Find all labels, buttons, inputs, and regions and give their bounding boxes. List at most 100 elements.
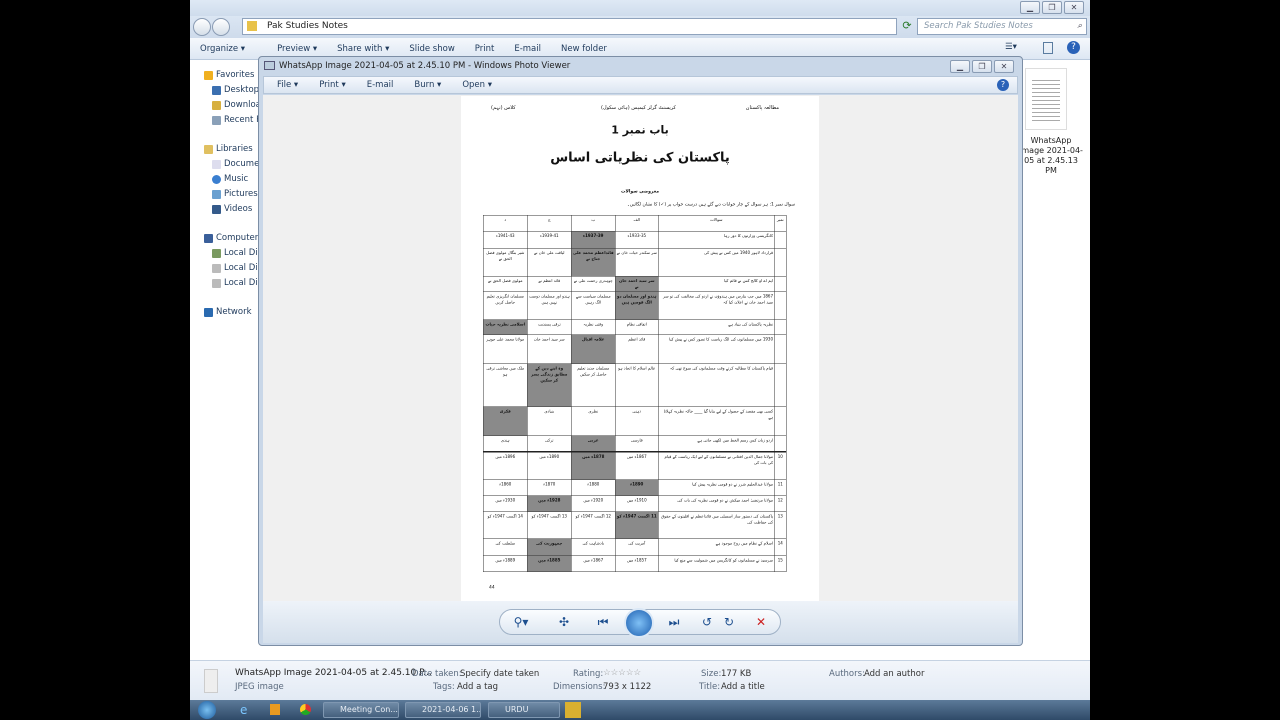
folder-icon[interactable]: [565, 702, 581, 718]
answer-option: قائد اعظم: [615, 334, 659, 364]
folder-icon: [247, 21, 257, 31]
question-number: [774, 276, 787, 292]
maximize-button[interactable]: ❐: [1042, 1, 1062, 14]
answer-option-correct: 11 اگست 1947ء کو: [615, 511, 659, 539]
address-input[interactable]: Pak Studies Notes: [242, 18, 897, 35]
nav-computer[interactable]: Computer: [204, 233, 260, 243]
print-button[interactable]: Print: [465, 44, 505, 54]
nav-network[interactable]: Network: [204, 307, 260, 317]
taskbar-item-folder[interactable]: 2021-04-06 1...: [405, 702, 481, 718]
maximize-button[interactable]: ❐: [972, 60, 992, 73]
pictures-icon: [212, 189, 221, 199]
answer-option: 1920ء میں: [571, 495, 616, 512]
file-thumbnail[interactable]: [1025, 68, 1067, 130]
rotate-ccw-icon[interactable]: ↺: [698, 615, 716, 629]
table-row: 15 سرسید نے مسلمانوں کو کانگریس میں شمولی…: [483, 555, 787, 572]
answer-option: ملک میں معاشی ترقی ہو: [483, 363, 528, 407]
answer-option: فارسی: [615, 435, 659, 452]
help-icon[interactable]: ?: [997, 79, 1009, 91]
table-row: 1930 میں مسلمانوں کی الگ ریاست کا تصور ک…: [483, 334, 787, 364]
header-option-d: د: [483, 215, 528, 232]
tags-label: Tags:: [433, 682, 455, 692]
doc-class: کلاس (نہم): [491, 105, 516, 111]
media-player-icon[interactable]: [270, 704, 280, 715]
table-row: 12 مولانا مرتضیٰ احمد میکش نے دو قومی نظر…: [483, 495, 787, 512]
view-options-icon[interactable]: ☰▾: [1005, 42, 1017, 52]
table-row: نظریہ پاکستان کی بنیاد ہے اتفاقی نظام وقتی…: [483, 319, 787, 335]
title-value[interactable]: Add a title: [721, 682, 765, 692]
videos-icon: [212, 204, 221, 214]
question-number: [774, 363, 787, 407]
internet-explorer-icon[interactable]: e: [240, 703, 247, 717]
answer-option: ذہنی: [615, 406, 659, 436]
help-icon[interactable]: ?: [1067, 41, 1080, 54]
answer-option-correct: فکری: [483, 406, 528, 436]
nav-favorites[interactable]: Favorites: [204, 70, 260, 80]
actual-size-icon[interactable]: ✣: [555, 615, 573, 629]
table-header-row: نمبر سوالات الف ب ج د: [483, 215, 787, 232]
minimize-button[interactable]: ▁: [950, 60, 970, 73]
start-button[interactable]: [198, 701, 216, 719]
answer-option: ترکی: [527, 435, 572, 452]
zoom-icon[interactable]: ⚲▾: [512, 615, 530, 629]
authors-value[interactable]: Add an author: [864, 669, 924, 679]
taskbar-item-meeting[interactable]: Meeting Con...: [323, 702, 399, 718]
email-button[interactable]: E-mail: [504, 44, 551, 54]
back-button[interactable]: [193, 18, 211, 36]
answer-option: 14 اگست 1947ء کو: [483, 511, 528, 539]
date-taken-value[interactable]: Specify date taken: [460, 669, 539, 679]
nav-libraries[interactable]: Libraries: [204, 144, 260, 154]
answer-option: 1870ء: [527, 479, 572, 496]
search-input[interactable]: Search Pak Studies Notes ⌕: [917, 18, 1087, 35]
refresh-icon[interactable]: ⟳: [899, 19, 915, 34]
preview-button[interactable]: Preview ▾: [255, 44, 327, 54]
answer-option: سر سکندر حیات خان نے: [615, 248, 659, 277]
forward-button[interactable]: [212, 18, 230, 36]
answer-option: قائد اعظم نے: [527, 276, 572, 292]
answer-option: 1880ء: [571, 479, 616, 496]
next-icon[interactable]: ⏭: [665, 615, 683, 630]
chrome-icon[interactable]: [300, 704, 311, 715]
taskbar-item-urdu[interactable]: URDU: [488, 702, 560, 718]
close-button[interactable]: ✕: [994, 60, 1014, 73]
share-with-button[interactable]: Share with ▾: [327, 44, 399, 54]
header-option-b: ب: [571, 215, 616, 232]
size-value: 177 KB: [721, 669, 752, 679]
answer-option: آمریت کی: [615, 538, 659, 556]
rotate-cw-icon[interactable]: ↻: [720, 615, 738, 629]
explorer-titlebar: ▁ ❐ ✕: [190, 0, 1090, 16]
slideshow-button[interactable]: [624, 608, 654, 638]
nav-label: Network: [216, 307, 252, 317]
slide-show-button[interactable]: Slide show: [399, 44, 464, 54]
open-menu[interactable]: Open ▾: [449, 80, 500, 90]
delete-icon[interactable]: ✕: [752, 615, 770, 629]
question-text: کسی بھی مقصد کے حصول کے لیے بنایا گیا __…: [658, 406, 775, 436]
email-menu[interactable]: E-mail: [354, 80, 402, 90]
answer-option: 1860ء: [483, 479, 528, 496]
new-folder-button[interactable]: New folder: [551, 44, 617, 54]
table-row: ایم اے او کالج کس نے قائم کیا سر سید احمد…: [483, 276, 787, 292]
minimize-button[interactable]: ▁: [1020, 1, 1040, 14]
burn-menu[interactable]: Burn ▾: [401, 80, 449, 90]
answer-option: بادشاہت کی: [571, 538, 616, 556]
image-canvas[interactable]: مطالعہ پاکستان کریسنٹ گرلز کیمپس (ہائی س…: [263, 95, 1018, 601]
rating-label: Rating:: [573, 669, 604, 679]
tags-value[interactable]: Add a tag: [457, 682, 498, 692]
answer-option: وقتی نظریہ: [571, 319, 616, 335]
close-button[interactable]: ✕: [1064, 1, 1084, 14]
previous-icon[interactable]: ⏮: [594, 615, 612, 630]
question-text: 1867 میں جب بنارس میں ہندوؤں نے اردو کی …: [658, 291, 775, 320]
file-label[interactable]: WhatsApp Image 2021-04-05 at 2.45.13 PM: [1018, 136, 1084, 176]
computer-icon: [204, 233, 213, 243]
print-menu[interactable]: Print ▾: [306, 80, 354, 90]
answer-option: 12 اگست 1947ء کو: [571, 511, 616, 539]
question-text: اسلام کے نظام میں روح موجود ہے: [658, 538, 775, 556]
photo-viewer-window: WhatsApp Image 2021-04-05 at 2.45.10 PM …: [258, 56, 1023, 646]
preview-pane-icon[interactable]: [1043, 42, 1053, 54]
answer-option: 13 اگست 1947ء کو: [527, 511, 572, 539]
rating-stars[interactable]: ☆☆☆☆☆: [603, 668, 641, 678]
organize-button[interactable]: Organize ▾: [190, 44, 255, 54]
question-number: [774, 291, 787, 320]
file-menu[interactable]: File ▾: [264, 80, 306, 90]
answer-option: 1941-43ء: [483, 231, 528, 249]
